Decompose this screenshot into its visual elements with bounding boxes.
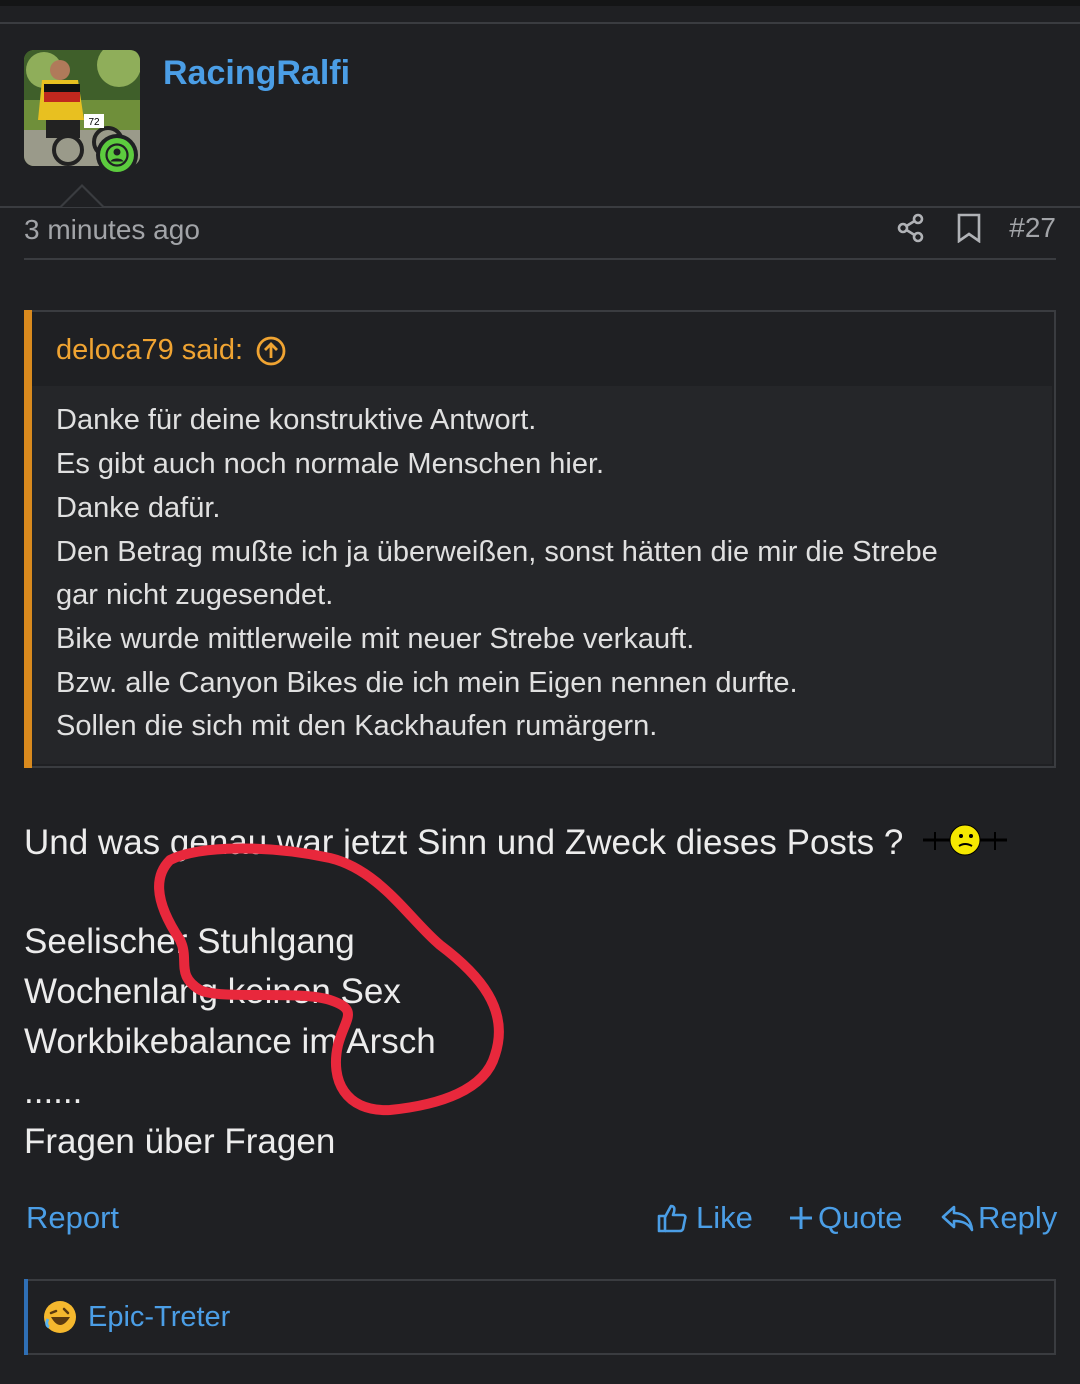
- message-text: Und was genau war jetzt Sinn und Zweck d…: [24, 822, 904, 862]
- message-line: Seelischer Stuhlgang: [24, 922, 355, 961]
- message-line: ......: [24, 1072, 83, 1111]
- reactions-accent-bar: [24, 1279, 28, 1355]
- quote-author-link[interactable]: deloca79 said:: [56, 334, 287, 367]
- quote-line: Danke dafür.: [56, 492, 221, 524]
- quote-header: deloca79 said:: [32, 312, 1052, 386]
- quote-body: Danke für deine konstruktive Antwort. Es…: [32, 386, 1052, 764]
- quote-label: Quote: [818, 1200, 903, 1235]
- reply-button[interactable]: Reply: [940, 1200, 1057, 1236]
- quote-line: Danke für deine konstruktive Antwort.: [56, 404, 537, 436]
- post-timestamp[interactable]: 3 minutes ago: [24, 214, 200, 246]
- message-line: Workbikebalance im Arsch: [24, 1022, 436, 1061]
- reactions-bar[interactable]: Epic-Treter: [24, 1279, 1056, 1355]
- reply-arrow-icon: [940, 1203, 974, 1233]
- message-line: Wochenlang keinen Sex: [24, 972, 401, 1011]
- quote-button[interactable]: Quote: [788, 1200, 902, 1236]
- quote-line: Sollen die sich mit den Kackhaufen rumär…: [56, 710, 658, 742]
- quote-accent-bar: [24, 310, 32, 768]
- message-line: Fragen über Fragen: [24, 1122, 336, 1161]
- quote-line: Es gibt auch noch normale Menschen hier.: [56, 448, 605, 480]
- plus-icon: [788, 1205, 814, 1231]
- reply-label: Reply: [978, 1200, 1058, 1235]
- post-meta-bar: 3 minutes ago #27: [24, 208, 1056, 260]
- post-number-link[interactable]: #27: [1009, 212, 1056, 244]
- reaction-user-link[interactable]: Epic-Treter: [88, 1301, 230, 1334]
- avatar-bib-number: 72: [88, 117, 100, 128]
- quote-block: deloca79 said: Danke für deine konstrukt…: [24, 310, 1056, 768]
- post-username[interactable]: RacingRalfi: [163, 54, 350, 93]
- online-status-icon: [96, 134, 138, 176]
- bookmark-icon[interactable]: [949, 208, 989, 248]
- quote-author-label: deloca79 said:: [56, 334, 244, 366]
- post-user-header: 72 RacingRalfi: [0, 24, 1080, 208]
- share-icon[interactable]: [891, 208, 931, 248]
- quote-line: gar nicht zugesendet.: [56, 579, 334, 611]
- thumbs-up-icon: [656, 1202, 688, 1234]
- top-divider: [0, 0, 1080, 6]
- smiley-emoji-icon: [921, 820, 1011, 869]
- quote-line: Den Betrag mußte ich ja überweißen, sons…: [56, 536, 938, 568]
- laughing-emoji-icon: [42, 1299, 78, 1340]
- message-line: Und was genau war jetzt Sinn und Zweck d…: [24, 820, 1011, 869]
- report-link[interactable]: Report: [26, 1200, 119, 1236]
- arrow-up-circle-icon[interactable]: [255, 335, 287, 367]
- quote-line: Bike wurde mittlerweile mit neuer Strebe…: [56, 623, 695, 655]
- like-button[interactable]: Like: [656, 1200, 753, 1236]
- like-label: Like: [696, 1200, 753, 1235]
- quote-line: Bzw. alle Canyon Bikes die ich mein Eige…: [56, 667, 798, 699]
